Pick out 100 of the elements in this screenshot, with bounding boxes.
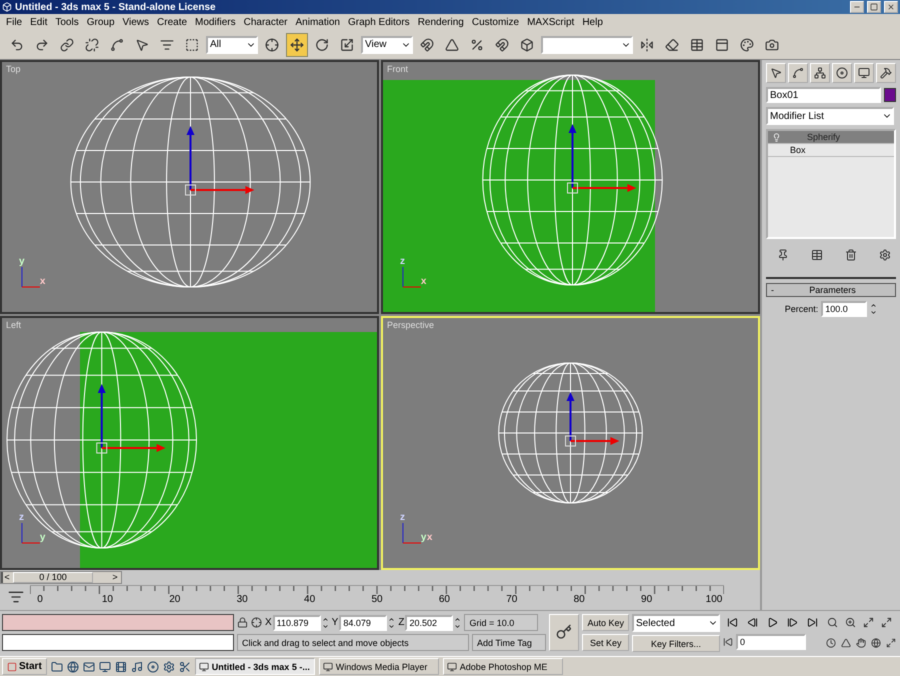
play-icon [766,617,778,628]
clock-icon [826,638,836,648]
menu-item[interactable]: Edit [26,16,52,28]
panel-tab[interactable] [766,63,786,83]
coordinate-label: Y [332,617,338,628]
menu-item[interactable]: Customize [468,16,524,28]
spinner-icon[interactable] [454,616,462,630]
object-color-swatch[interactable] [884,88,896,102]
auto-key-button[interactable]: Auto Key [582,614,629,631]
timeline-ruler[interactable]: 0 10 20 30 40 50 60 70 80 90 100 [30,585,724,609]
panel-tab[interactable] [832,63,852,83]
panel-tab[interactable] [854,63,874,83]
time-slider-thumb[interactable]: 0 / 100 [13,572,93,582]
spinner-icon[interactable] [388,616,396,630]
taskbar-button[interactable]: Windows Media Player [318,658,439,675]
scale-icon [340,38,354,52]
toolbar-button[interactable] [286,32,308,56]
ruler-label: 10 [102,594,113,606]
menu-item[interactable]: Tools [51,16,83,28]
minimize-button[interactable] [850,1,864,13]
curve-icon [792,67,804,79]
app-icon [322,662,333,672]
selection-filter-dropdown[interactable]: All [206,36,258,54]
lock-icon [237,617,248,628]
step-forward-icon [786,617,798,628]
app-icon [2,2,12,12]
link-icon [60,38,74,52]
object-name-field[interactable]: Box01 [766,87,881,103]
time-slider[interactable]: < 0 / 100 > [0,570,122,584]
percent-icon [470,38,484,52]
spinner-icon[interactable] [322,616,329,630]
menu-item[interactable]: Modifiers [191,16,240,28]
percent-field[interactable]: 100.0 [821,301,868,317]
modifier-list-dropdown[interactable]: Modifier List [766,107,894,125]
add-time-tag[interactable]: Add Time Tag [472,634,546,651]
viewport[interactable]: Left z y [0,316,379,570]
restore-button[interactable] [867,1,881,13]
pointer-icon [770,67,782,79]
gear-icon [879,249,891,261]
menu-item[interactable]: Rendering [414,16,468,28]
menu-item[interactable]: Help [578,16,607,28]
transform-gizmo [185,126,254,196]
dashed-square-icon [185,38,199,52]
coordinate-field[interactable]: 20.502 [405,614,454,630]
crosshair-icon [251,617,262,628]
ruler-label: 40 [304,594,316,606]
stack-item[interactable]: Box [768,144,894,157]
zoom-in-icon [845,617,856,628]
disc-icon [836,67,848,79]
ruler-label: 60 [438,594,450,606]
panel-tab[interactable] [876,63,896,83]
mirror-icon [640,38,654,52]
viewport-label: Top [6,64,21,74]
menu-item[interactable]: Graph Editors [344,16,414,28]
crosshair-icon [265,38,279,52]
axis-tripod: z x [400,256,426,288]
axis-tripod: z yx [400,512,432,544]
viewport[interactable]: Top y x [0,60,379,314]
coordinate-field[interactable]: 110.879 [272,614,321,630]
rollout-header[interactable]: - Parameters [766,283,896,297]
menu-item[interactable]: MAXScript [523,16,578,28]
transform-gizmo [567,124,636,194]
listener-field[interactable] [2,634,234,651]
menu-item[interactable]: Animation [292,16,344,28]
start-button[interactable]: Start [2,658,47,675]
menu-item[interactable]: File [2,16,26,28]
menu-item[interactable]: Character [240,16,292,28]
stack-item[interactable]: Spherify [768,131,894,144]
panel-tab[interactable] [788,63,808,83]
viewport-label: Perspective [387,320,434,330]
key-mode-dropdown[interactable]: Selected [632,614,720,632]
taskbar-button[interactable]: Untitled - 3ds max 5 -... [194,658,315,675]
skip-back-icon [726,617,738,628]
rollout-title: Parameters [808,285,857,295]
cube-icon [520,38,534,52]
key-mode-button[interactable] [549,614,580,651]
menu-item[interactable]: Views [118,16,154,28]
coordinate-field[interactable]: 84.079 [339,614,388,630]
close-button[interactable] [884,1,898,13]
menu-item[interactable]: Create [153,16,192,28]
key-filters-button[interactable]: Key Filters... [632,635,720,652]
monitor-icon [98,660,111,672]
listener-field[interactable] [2,614,234,631]
set-key-button[interactable]: Set Key [582,634,629,651]
spinner-icon[interactable] [870,302,878,316]
taskbar-button[interactable]: Adobe Photoshop ME [442,658,563,675]
triangle-icon [445,38,459,52]
folder-icon [50,660,63,672]
viewport[interactable]: Perspective z yx [381,316,760,570]
panel-tab[interactable] [810,63,830,83]
ruler-label: 20 [169,594,180,606]
scissors-icon [178,660,191,672]
viewport-label: Front [387,64,408,74]
unlink-icon [85,38,99,52]
coordinate-system-dropdown[interactable]: View [361,36,413,54]
percent-label: Percent: [784,304,818,314]
globe-icon [66,660,79,672]
menu-item[interactable]: Group [82,16,119,28]
frame-field[interactable]: 0 [736,634,806,650]
triangle-icon [841,638,851,648]
